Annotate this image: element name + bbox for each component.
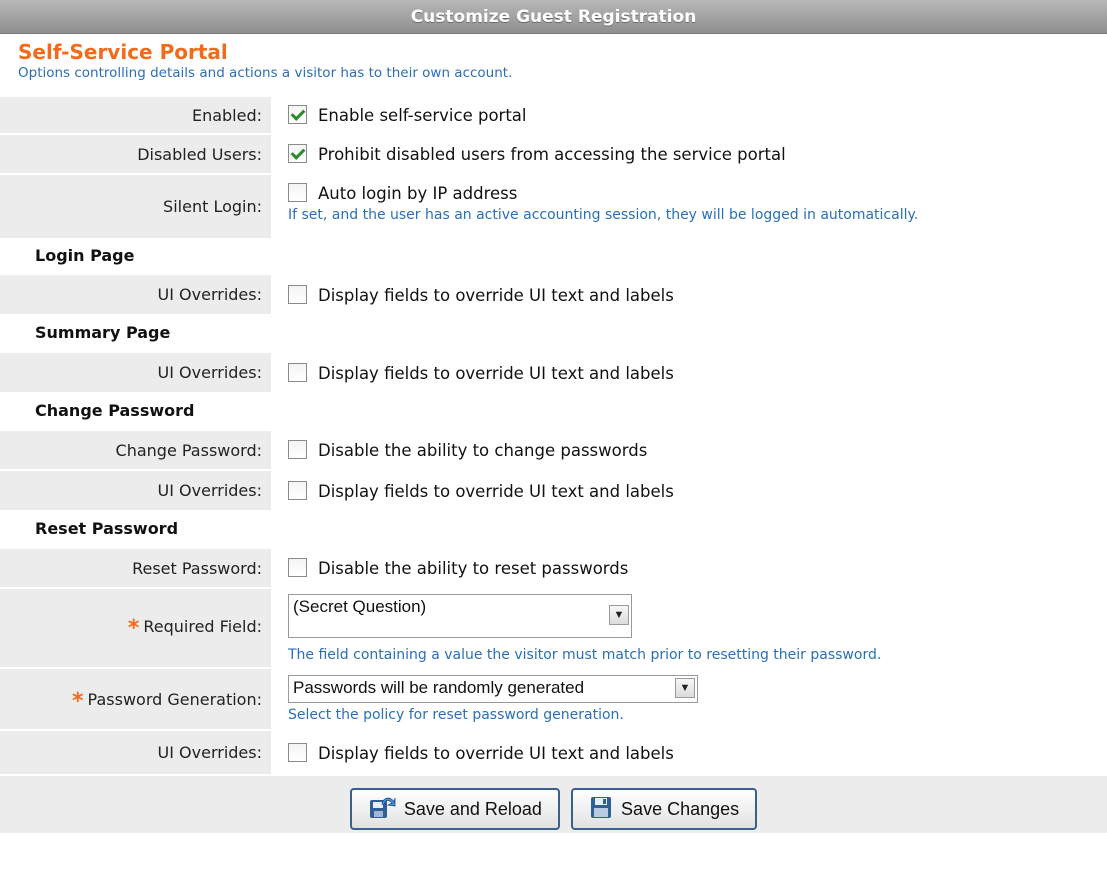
chevron-down-icon[interactable]: ▼ <box>609 605 629 625</box>
change-password-heading: Change Password <box>35 401 195 420</box>
summary-ui-overrides-label: UI Overrides: <box>0 351 271 392</box>
enabled-checkbox[interactable] <box>288 105 307 124</box>
options-form: Enabled: Enable self-service portal Disa… <box>0 95 1107 774</box>
save-changes-button[interactable]: Save Changes <box>571 788 758 833</box>
row-enabled: Enabled: Enable self-service portal <box>0 95 1107 134</box>
save-and-reload-button[interactable]: Save and Reload <box>349 788 560 833</box>
form-footer: Save and Reload Save Changes <box>0 774 1107 833</box>
login-ui-overrides-label: UI Overrides: <box>0 273 271 314</box>
row-required-field: * Required Field: (Secret Question) ▼ The… <box>0 587 1107 668</box>
required-field-hint: The field containing a value the visitor… <box>288 647 882 663</box>
required-field-select-value: (Secret Question) <box>293 597 427 616</box>
row-login-ui-overrides: UI Overrides: Display fields to override… <box>0 273 1107 314</box>
change-password-heading-row: Change Password <box>0 392 1107 430</box>
summary-page-heading: Summary Page <box>35 323 171 342</box>
silent-login-hint: If set, and the user has an active accou… <box>288 207 919 223</box>
section-description: Options controlling details and actions … <box>18 65 513 81</box>
save-and-reload-label: Save and Reload <box>403 799 542 819</box>
required-field-asterisk: * <box>127 615 140 641</box>
required-field-label-cell: * Required Field: <box>0 587 271 668</box>
row-summary-ui-overrides: UI Overrides: Display fields to override… <box>0 351 1107 392</box>
disabled-users-label: Disabled Users: <box>0 133 271 174</box>
reset-ui-overrides-checkbox-label[interactable]: Display fields to override UI text and l… <box>318 744 674 763</box>
change-password-checkbox[interactable] <box>288 440 307 459</box>
password-generation-asterisk: * <box>72 688 84 714</box>
row-change-password-ui-overrides: UI Overrides: Display fields to override… <box>0 469 1107 510</box>
summary-page-heading-row: Summary Page <box>0 314 1107 352</box>
section-header: Self-Service Portal Options controlling … <box>0 34 1107 95</box>
reset-password-heading-row: Reset Password <box>0 510 1107 548</box>
required-field-select[interactable]: (Secret Question) ▼ <box>288 594 632 638</box>
row-reset-password: Reset Password: Disable the ability to r… <box>0 547 1107 588</box>
save-changes-label: Save Changes <box>621 799 740 819</box>
change-password-ui-overrides-checkbox-label[interactable]: Display fields to override UI text and l… <box>318 482 674 501</box>
enabled-checkbox-label[interactable]: Enable self-service portal <box>318 106 527 125</box>
section-title: Self-Service Portal <box>18 40 228 64</box>
enabled-label: Enabled: <box>0 95 271 134</box>
reset-ui-overrides-label: UI Overrides: <box>0 729 271 774</box>
password-generation-label-cell: * Password Generation: <box>0 667 271 730</box>
login-ui-overrides-checkbox[interactable] <box>288 284 307 304</box>
row-silent-login: Silent Login: Auto login by IP address I… <box>0 173 1107 238</box>
row-reset-ui-overrides: UI Overrides: Display fields to override… <box>0 729 1107 774</box>
reset-password-heading: Reset Password <box>35 519 179 538</box>
required-field-label: Required Field: <box>143 616 262 636</box>
password-generation-hint: Select the policy for reset password gen… <box>288 706 624 723</box>
summary-ui-overrides-checkbox[interactable] <box>288 362 307 382</box>
disabled-users-checkbox[interactable] <box>288 144 307 163</box>
floppy-disk-icon <box>589 794 613 833</box>
reset-password-checkbox-label[interactable]: Disable the ability to reset passwords <box>318 559 628 578</box>
login-page-heading: Login Page <box>35 246 135 265</box>
row-change-password: Change Password: Disable the ability to … <box>0 429 1107 470</box>
reset-ui-overrides-checkbox[interactable] <box>288 742 307 762</box>
row-disabled-users: Disabled Users: Prohibit disabled users … <box>0 133 1107 174</box>
login-ui-overrides-checkbox-label[interactable]: Display fields to override UI text and l… <box>318 286 674 305</box>
summary-ui-overrides-checkbox-label[interactable]: Display fields to override UI text and l… <box>318 364 674 383</box>
silent-login-label: Silent Login: <box>0 173 271 238</box>
password-generation-label: Password Generation: <box>87 689 262 709</box>
disabled-users-checkbox-label[interactable]: Prohibit disabled users from accessing t… <box>318 145 786 164</box>
save-reload-icon <box>368 794 396 833</box>
password-generation-select-value: Passwords will be randomly generated <box>293 677 585 697</box>
change-password-ui-overrides-checkbox[interactable] <box>288 480 307 500</box>
silent-login-checkbox[interactable] <box>288 183 307 202</box>
chevron-down-icon[interactable]: ▼ <box>675 677 695 698</box>
row-password-generation: * Password Generation: Passwords will be … <box>0 667 1107 730</box>
reset-password-checkbox[interactable] <box>288 558 307 577</box>
change-password-checkbox-label[interactable]: Disable the ability to change passwords <box>318 441 647 460</box>
panel-title: Customize Guest Registration <box>0 0 1107 34</box>
reset-password-label: Reset Password: <box>0 547 271 588</box>
customize-guest-registration-panel: Customize Guest Registration Self-Servic… <box>0 0 1107 884</box>
login-page-heading-row: Login Page <box>0 238 1107 274</box>
change-password-label: Change Password: <box>0 429 271 470</box>
change-password-ui-overrides-label: UI Overrides: <box>0 469 271 510</box>
silent-login-checkbox-label[interactable]: Auto login by IP address <box>318 184 517 203</box>
password-generation-select[interactable]: Passwords will be randomly generated ▼ <box>288 674 698 703</box>
